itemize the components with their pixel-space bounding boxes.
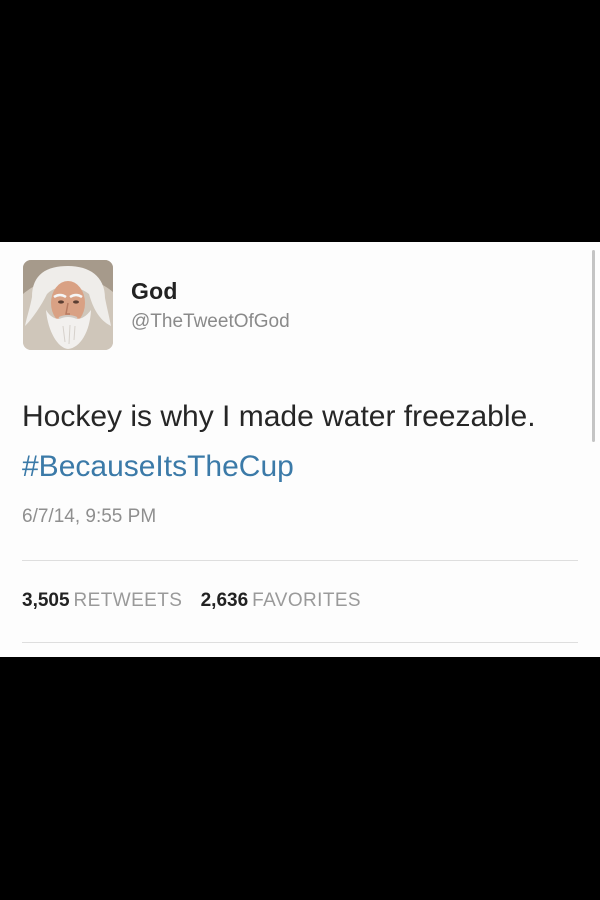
avatar[interactable] [23, 260, 113, 350]
retweets-stat[interactable]: 3,505 RETWEETS [22, 590, 188, 611]
tweet-stats: 3,505 RETWEETS 2,636 FAVORITES [22, 590, 361, 612]
top-black-band [0, 0, 600, 242]
favorites-label: FAVORITES [252, 590, 361, 611]
hashtag-link[interactable]: #BecauseItsTheCup [22, 450, 294, 483]
bearded-man-avatar-icon [23, 260, 113, 350]
author-display-name[interactable]: God [131, 278, 178, 304]
retweets-label: RETWEETS [73, 590, 183, 611]
bottom-black-band [0, 657, 600, 900]
tweet-card: God @TheTweetOfGod Hockey is why I made … [0, 242, 600, 657]
scroll-indicator[interactable] [592, 250, 595, 442]
favorites-count: 2,636 [200, 590, 249, 611]
favorites-stat[interactable]: 2,636 FAVORITES [201, 590, 361, 611]
tweet-text: Hockey is why I made water freezable. #B… [22, 392, 582, 492]
tweet-timestamp: 6/7/14, 9:55 PM [22, 506, 157, 527]
divider [22, 560, 578, 561]
author-handle[interactable]: @TheTweetOfGod [131, 311, 290, 333]
retweets-count: 3,505 [22, 590, 70, 611]
tweet-body-text: Hockey is why I made water freezable. [22, 400, 536, 433]
divider [22, 642, 578, 643]
